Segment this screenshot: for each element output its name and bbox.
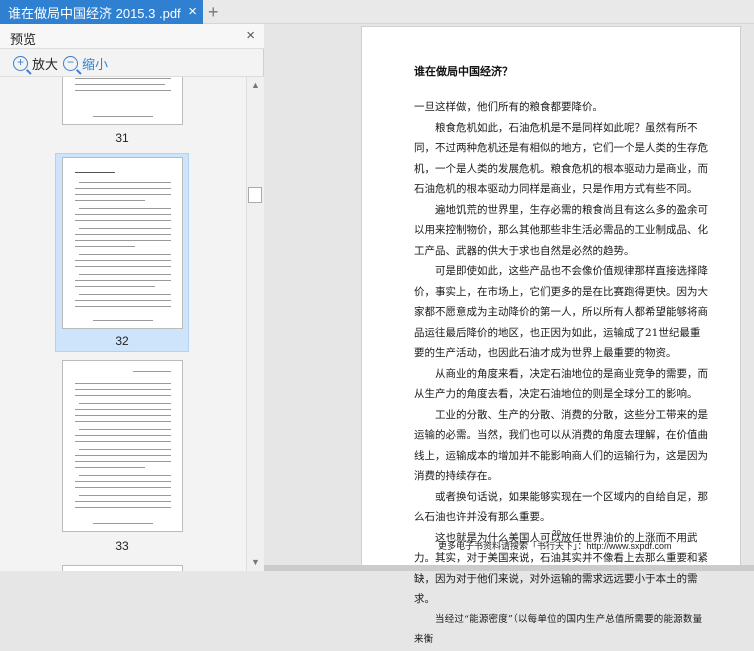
document-tab-title: 谁在做局中国经济 2015.3 .pdf bbox=[8, 5, 181, 21]
sidebar-close-icon[interactable]: × bbox=[246, 27, 255, 44]
thumbnail-list: 31 32 33 bbox=[0, 77, 246, 571]
new-tab-button[interactable]: + bbox=[208, 2, 219, 23]
thumbnail-number: 31 bbox=[115, 131, 129, 145]
page-thumbnail-32[interactable] bbox=[62, 157, 183, 329]
paragraph: 工业的分散、生产的分散、消费的分散，这些分工带来的是运输的必需。当然，我们也可以… bbox=[414, 408, 708, 483]
page-footer: 更多电子书资料请搜索「书行天下」：http://www.sxpdf.com bbox=[438, 541, 672, 551]
scrollbar-thumb[interactable] bbox=[248, 187, 262, 203]
scroll-down-icon[interactable]: ▼ bbox=[251, 557, 260, 567]
page-thumbnail-34[interactable] bbox=[62, 565, 183, 571]
zoom-out-button[interactable]: − 缩小 bbox=[63, 54, 108, 73]
paragraph: 或者换句话说，如果能够实现在一个区域内的自给自足，那么石油也许并没有那么重要。 bbox=[414, 490, 708, 524]
paragraph: 遍地饥荒的世界里，生存必需的粮食尚且有这么多的盈余可以用来控制物价，那么其他那些… bbox=[414, 203, 708, 257]
scroll-up-icon[interactable]: ▲ bbox=[251, 80, 260, 90]
thumbnail-scrollbar[interactable]: ▲ ▼ bbox=[246, 77, 264, 571]
paragraph: 当经过“能源密度”（以每单位的国内生产总值所需要的能源数量来衡 bbox=[414, 613, 703, 646]
page-number: 20 bbox=[552, 529, 561, 538]
paragraph: 可是即使如此，这些产品也不会像价值规律那样直接选择降价，事实上，在市场上，它们更… bbox=[414, 265, 708, 359]
zoom-in-icon: + bbox=[13, 55, 28, 71]
close-tab-icon[interactable]: × bbox=[188, 3, 197, 20]
page-thumbnail-31[interactable] bbox=[62, 77, 183, 125]
paragraph: 粮食危机如此，石油危机是不是同样如此呢？虽然有所不同，不过两种危机还是有相似的地… bbox=[414, 121, 708, 196]
thumbnail-number: 32 bbox=[115, 334, 129, 348]
tab-bar: 谁在做局中国经济 2015.3 .pdf × + bbox=[0, 0, 754, 24]
zoom-in-button[interactable]: + 放大 bbox=[13, 54, 58, 73]
sidebar-title: 预览 bbox=[10, 32, 37, 47]
preview-sidebar: 预览 × + 放大 − 缩小 31 32 33 ▲ ▼ bbox=[0, 24, 264, 571]
thumbnail-number: 33 bbox=[115, 539, 129, 553]
document-view: 谁在做局中国经济？ 一旦这样做，他们所有的粮食都要降价。 粮食危机如此，石油危机… bbox=[264, 24, 754, 645]
page-running-header: 谁在做局中国经济？ bbox=[414, 65, 513, 78]
zoom-in-label: 放大 bbox=[32, 57, 59, 72]
zoom-out-label: 缩小 bbox=[82, 57, 109, 72]
paragraph: 从商业的角度来看，决定石油地位的是商业竞争的需要，而从生产力的角度去看，决定石油… bbox=[414, 367, 708, 401]
paragraph: 一旦这样做，他们所有的粮食都要降价。 bbox=[414, 101, 603, 113]
zoom-out-icon: − bbox=[63, 55, 78, 71]
page-thumbnail-33[interactable] bbox=[62, 360, 183, 532]
next-page-edge bbox=[264, 565, 754, 571]
document-page: 谁在做局中国经济？ 一旦这样做，他们所有的粮食都要降价。 粮食危机如此，石油危机… bbox=[361, 26, 741, 645]
sidebar-toolbar: + 放大 − 缩小 bbox=[0, 49, 264, 77]
document-tab[interactable]: 谁在做局中国经济 2015.3 .pdf × bbox=[0, 0, 203, 24]
sidebar-header: 预览 × bbox=[0, 24, 264, 49]
